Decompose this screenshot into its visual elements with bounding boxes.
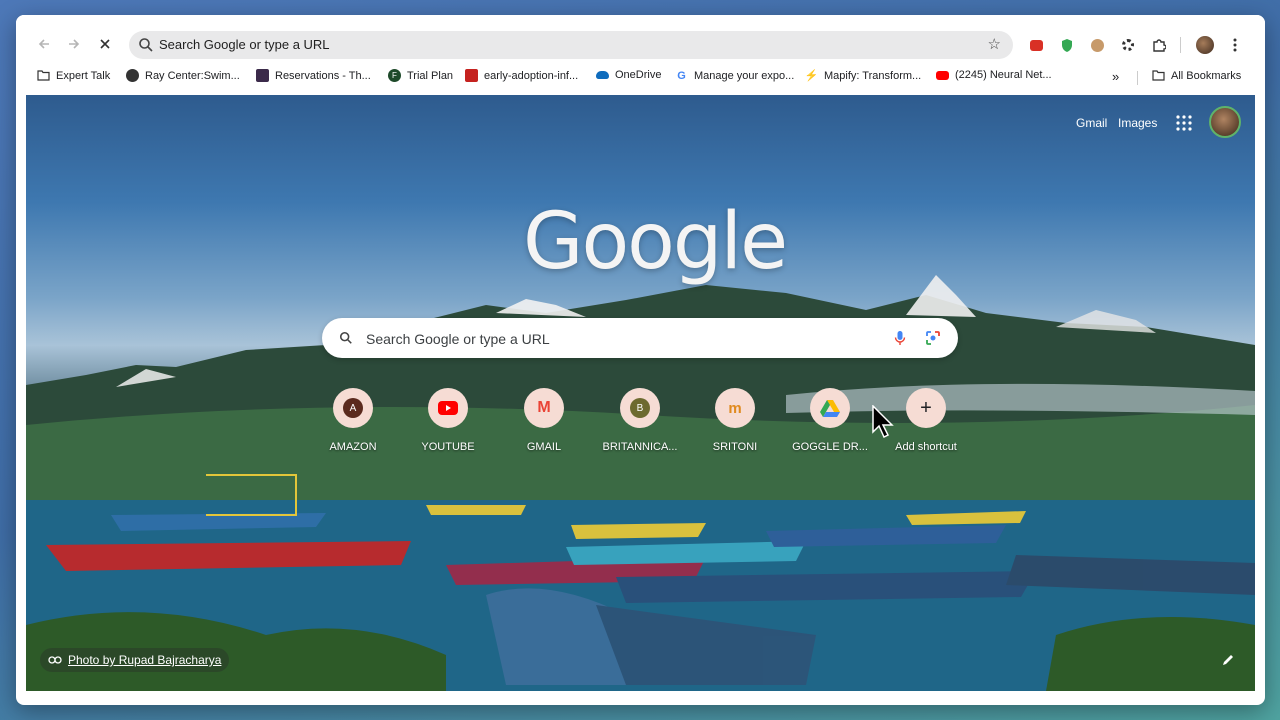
forward-button[interactable]: [61, 31, 87, 57]
bookmark-label: Trial Plan: [407, 69, 454, 82]
bookmark-label: Expert Talk: [56, 69, 111, 82]
face-extension-icon[interactable]: [1087, 35, 1107, 55]
bookmark-label: (2245) Neural Net...: [955, 69, 1052, 81]
plus-icon: +: [906, 388, 946, 428]
shortcut-label: GMAIL: [526, 441, 562, 453]
all-bookmarks-label: All Bookmarks: [1171, 69, 1242, 82]
link-icon: [48, 656, 62, 664]
shortcut-tile[interactable]: A AMAZON: [305, 388, 401, 453]
cloud-icon: [596, 71, 609, 79]
shortcut-label: BRITANNICA...: [602, 441, 678, 453]
shortcut-tile[interactable]: GOGGLE DR...: [782, 388, 878, 453]
mapify-icon: ⚡: [804, 70, 819, 82]
shortcut-label: AMAZON: [329, 441, 377, 453]
bookmark-label: early-adoption-inf...: [484, 69, 579, 82]
back-button[interactable]: [31, 31, 57, 57]
search-icon: [139, 38, 153, 52]
shortcut-icon: B: [620, 388, 660, 428]
gmail-icon: M: [524, 388, 564, 428]
google-drive-icon: [810, 388, 850, 428]
bookmarks-divider: [1137, 71, 1138, 85]
address-bar[interactable]: Search Google or type a URL ☆: [129, 31, 1013, 59]
app-icon: [256, 69, 269, 82]
mouse-cursor-icon: [872, 405, 894, 439]
menu-icon[interactable]: [1225, 35, 1245, 55]
toolbar-divider: [1180, 37, 1181, 53]
youtube-icon: [936, 70, 949, 80]
bookmarks-overflow-button[interactable]: »: [1112, 69, 1119, 84]
gmail-link[interactable]: Gmail: [1076, 116, 1107, 130]
google-lens-icon[interactable]: [925, 330, 941, 346]
shortcut-tile[interactable]: M GMAIL: [496, 388, 592, 453]
bookmark-item[interactable]: F Trial Plan: [388, 69, 453, 82]
globe-icon: [126, 69, 139, 82]
overflow-label: »: [1112, 69, 1120, 84]
google-logo: Google: [523, 197, 788, 287]
bookmark-item[interactable]: Expert Talk: [37, 69, 110, 82]
bookmark-item[interactable]: G Manage your expo...: [675, 69, 794, 82]
bookmark-item[interactable]: Ray Center:Swim...: [126, 69, 240, 82]
bookmarks-bar: Expert Talk Ray Center:Swim... Reservati…: [16, 65, 1265, 89]
red-extension-icon[interactable]: [1026, 35, 1046, 55]
images-link[interactable]: Images: [1118, 116, 1157, 130]
shortcut-label: Add shortcut: [895, 441, 957, 453]
address-bar-text: Search Google or type a URL: [159, 37, 330, 52]
google-icon: G: [677, 69, 686, 82]
bookmark-item[interactable]: early-adoption-inf...: [465, 69, 578, 82]
bookmark-item[interactable]: (2245) Neural Net...: [936, 69, 1052, 81]
microphone-icon[interactable]: [894, 330, 906, 346]
folder-icon: [37, 69, 50, 82]
all-bookmarks-button[interactable]: All Bookmarks: [1152, 69, 1241, 82]
bookmark-item[interactable]: Reservations - Th...: [256, 69, 371, 82]
apps-grid-icon[interactable]: [1176, 115, 1192, 131]
star-icon[interactable]: ☆: [988, 35, 1001, 53]
avatar-icon[interactable]: [1195, 35, 1215, 55]
pdf-icon: [465, 69, 478, 82]
arrow-right-icon: [69, 39, 80, 49]
bookmark-label: OneDrive: [615, 69, 662, 81]
shield-extension-icon[interactable]: [1057, 35, 1077, 55]
shortcut-tile[interactable]: B BRITANNICA...: [592, 388, 688, 453]
shortcut-tile[interactable]: m SRITONI: [687, 388, 783, 453]
ntp-search-placeholder: Search Google or type a URL: [366, 331, 550, 347]
photo-credit-text: Photo by Rupad Bajracharya: [68, 653, 222, 667]
sritoni-icon: m: [715, 388, 755, 428]
youtube-icon: [428, 388, 468, 428]
bookmark-label: Reservations - Th...: [275, 69, 371, 82]
ntp-search-box[interactable]: Search Google or type a URL: [322, 318, 958, 358]
puzzle-icon[interactable]: [1149, 35, 1169, 55]
customize-pencil-icon[interactable]: [1217, 649, 1239, 671]
bookmark-item[interactable]: ⚡ Mapify: Transform...: [804, 69, 922, 83]
shortcut-tile[interactable]: YOUTUBE: [400, 388, 496, 453]
shortcut-label: YOUTUBE: [421, 441, 475, 453]
shortcut-label: GOGGLE DR...: [792, 441, 868, 453]
folder-icon: [1152, 69, 1165, 82]
bookmark-label: Mapify: Transform...: [824, 69, 922, 82]
stop-button[interactable]: [92, 31, 118, 57]
photo-credit-link[interactable]: Photo by Rupad Bajracharya: [40, 648, 230, 672]
bookmark-item[interactable]: OneDrive: [596, 69, 661, 81]
shortcut-icon: A: [333, 388, 373, 428]
shortcut-label: SRITONI: [712, 441, 758, 453]
bookmark-label: Manage your expo...: [694, 69, 795, 82]
new-tab-page: Gmail Images Google Search Google or typ…: [26, 95, 1255, 691]
browser-window: Search Google or type a URL ☆ Expert Tal…: [16, 15, 1265, 705]
fit-icon: F: [388, 69, 401, 82]
gear-icon[interactable]: [1118, 35, 1138, 55]
close-icon: [100, 39, 110, 49]
arrow-left-icon: [38, 39, 49, 49]
account-avatar[interactable]: [1209, 106, 1241, 138]
search-icon: [339, 331, 352, 344]
bookmark-label: Ray Center:Swim...: [145, 69, 240, 82]
